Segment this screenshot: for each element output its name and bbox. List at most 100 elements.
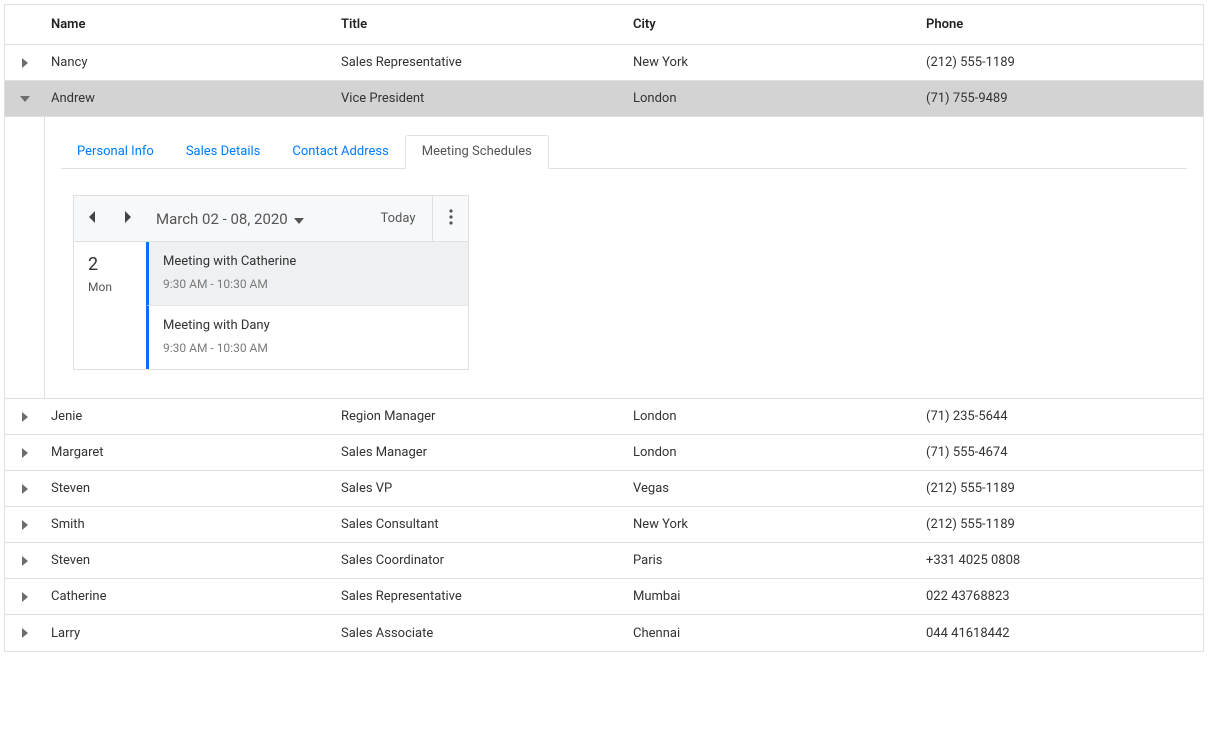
cell-title: Sales Representative [335, 55, 627, 70]
schedule-card: March 02 - 08, 2020 Today [73, 195, 469, 370]
expand-toggle[interactable] [5, 556, 45, 566]
grid-row[interactable]: Catherine Sales Representative Mumbai 02… [5, 579, 1203, 615]
cell-city: Chennai [627, 626, 920, 641]
day-name: Mon [88, 280, 146, 294]
expand-toggle[interactable] [5, 58, 45, 68]
expand-toggle[interactable] [5, 628, 45, 638]
grid-row[interactable]: Steven Sales Coordinator Paris +331 4025… [5, 543, 1203, 579]
grid-row[interactable]: Margaret Sales Manager London (71) 555-4… [5, 435, 1203, 471]
cell-city: London [627, 445, 920, 460]
tab-sales-details[interactable]: Sales Details [170, 136, 277, 168]
column-header-city[interactable]: City [627, 17, 920, 32]
cell-city: Paris [627, 553, 920, 568]
cell-name: Nancy [45, 55, 335, 70]
cell-city: New York [627, 55, 920, 70]
grid-header-row: Name Title City Phone [5, 5, 1203, 45]
events-list: Meeting with Catherine 9:30 AM - 10:30 A… [146, 242, 468, 369]
schedule-toolbar: March 02 - 08, 2020 Today [74, 196, 468, 242]
cell-title: Vice President [335, 91, 627, 106]
column-header-phone[interactable]: Phone [920, 17, 1203, 32]
grid-row[interactable]: Nancy Sales Representative New York (212… [5, 45, 1203, 81]
tab-personal-info[interactable]: Personal Info [61, 136, 170, 168]
expand-toggle[interactable] [5, 484, 45, 494]
cell-title: Sales Representative [335, 589, 627, 604]
cell-phone: 022 43768823 [920, 589, 1203, 604]
cell-phone: (71) 755-9489 [920, 91, 1203, 106]
cell-city: Mumbai [627, 589, 920, 604]
expand-toggle[interactable] [5, 448, 45, 458]
event-item[interactable]: Meeting with Catherine 9:30 AM - 10:30 A… [146, 242, 468, 306]
cell-name: Smith [45, 517, 335, 532]
chevron-right-icon [124, 211, 132, 227]
chevron-right-icon [20, 58, 30, 68]
cell-name: Margaret [45, 445, 335, 460]
event-time: 9:30 AM - 10:30 AM [163, 277, 454, 291]
expand-toggle[interactable] [5, 94, 45, 104]
chevron-right-icon [20, 484, 30, 494]
schedule-body: 2 Mon Meeting with Catherine 9:30 AM - 1… [74, 242, 468, 369]
column-header-name[interactable]: Name [45, 17, 335, 32]
cell-city: London [627, 91, 920, 106]
cell-city: London [627, 409, 920, 424]
cell-phone: +331 4025 0808 [920, 553, 1203, 568]
chevron-right-icon [20, 412, 30, 422]
expand-toggle[interactable] [5, 412, 45, 422]
grid-row[interactable]: Andrew Vice President London (71) 755-94… [5, 81, 1203, 117]
grid-row[interactable]: Larry Sales Associate Chennai 044 416184… [5, 615, 1203, 651]
cell-title: Sales Coordinator [335, 553, 627, 568]
cell-phone: (212) 555-1189 [920, 517, 1203, 532]
event-title: Meeting with Catherine [163, 254, 454, 269]
chevron-down-icon [20, 94, 30, 104]
cell-title: Sales Manager [335, 445, 627, 460]
detail-content: Personal Info Sales Details Contact Addr… [45, 117, 1203, 398]
cell-title: Region Manager [335, 409, 627, 424]
grid-row[interactable]: Smith Sales Consultant New York (212) 55… [5, 507, 1203, 543]
event-title: Meeting with Dany [163, 318, 454, 333]
cell-phone: (71) 235-5644 [920, 409, 1203, 424]
cell-phone: (212) 555-1189 [920, 55, 1203, 70]
day-column: 2 Mon [74, 242, 146, 369]
cell-name: Steven [45, 553, 335, 568]
chevron-right-icon [20, 628, 30, 638]
detail-row: Personal Info Sales Details Contact Addr… [5, 117, 1203, 399]
event-time: 9:30 AM - 10:30 AM [163, 341, 454, 355]
event-item[interactable]: Meeting with Dany 9:30 AM - 10:30 AM [146, 306, 468, 369]
chevron-right-icon [20, 592, 30, 602]
cell-city: Vegas [627, 481, 920, 496]
column-header-title[interactable]: Title [335, 17, 627, 32]
tabstrip: Personal Info Sales Details Contact Addr… [61, 133, 1187, 169]
date-range-picker[interactable]: March 02 - 08, 2020 [156, 210, 304, 228]
cell-phone: (212) 555-1189 [920, 481, 1203, 496]
grid-row[interactable]: Jenie Region Manager London (71) 235-564… [5, 399, 1203, 435]
cell-phone: (71) 555-4674 [920, 445, 1203, 460]
detail-indent [5, 117, 45, 398]
cell-name: Larry [45, 626, 335, 641]
data-grid: Name Title City Phone Nancy Sales Repres… [4, 4, 1204, 652]
chevron-right-icon [20, 520, 30, 530]
cell-name: Catherine [45, 589, 335, 604]
cell-city: New York [627, 517, 920, 532]
cell-title: Sales Associate [335, 626, 627, 641]
cell-name: Andrew [45, 91, 335, 106]
today-button[interactable]: Today [364, 196, 432, 242]
prev-week-button[interactable] [74, 196, 110, 242]
more-options-button[interactable] [432, 196, 468, 242]
cell-name: Jenie [45, 409, 335, 424]
cell-phone: 044 41618442 [920, 626, 1203, 641]
tab-contact-address[interactable]: Contact Address [276, 136, 404, 168]
chevron-right-icon [20, 448, 30, 458]
cell-title: Sales VP [335, 481, 627, 496]
dropdown-icon [294, 210, 304, 228]
day-number: 2 [88, 254, 146, 276]
expand-toggle[interactable] [5, 592, 45, 602]
vertical-dots-icon [449, 209, 453, 229]
grid-row[interactable]: Steven Sales VP Vegas (212) 555-1189 [5, 471, 1203, 507]
chevron-right-icon [20, 556, 30, 566]
cell-title: Sales Consultant [335, 517, 627, 532]
expand-toggle[interactable] [5, 520, 45, 530]
cell-name: Steven [45, 481, 335, 496]
date-range-text: March 02 - 08, 2020 [156, 210, 288, 228]
tab-meeting-schedules[interactable]: Meeting Schedules [405, 135, 549, 169]
next-week-button[interactable] [110, 196, 146, 242]
chevron-left-icon [88, 211, 96, 227]
